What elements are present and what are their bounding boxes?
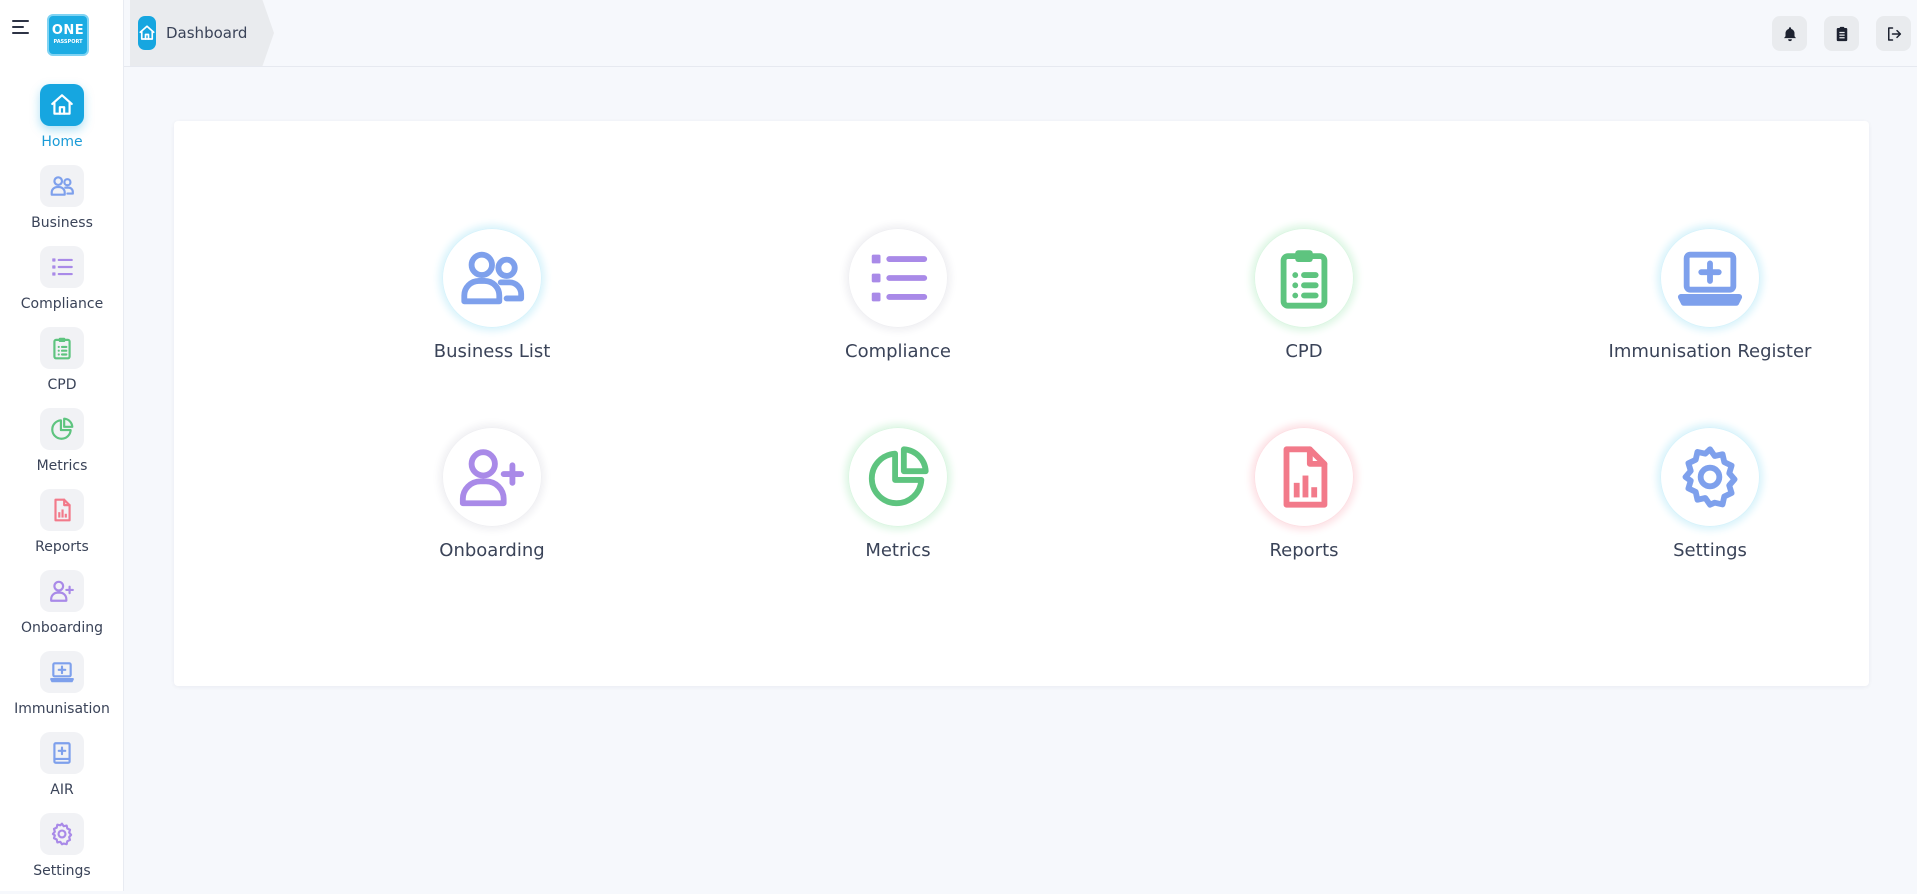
sidebar-item-label: Settings — [33, 863, 91, 879]
tile-reports[interactable]: Reports — [1174, 427, 1434, 577]
tile-label: Settings — [1673, 540, 1747, 561]
menu-toggle-button[interactable] — [12, 20, 30, 36]
breadcrumb[interactable]: Dashboard — [130, 0, 274, 66]
sidebar-item-immunisation[interactable]: Immunisation — [0, 651, 124, 732]
sidebar-item-settings[interactable]: Settings — [0, 813, 124, 894]
medical-book-icon — [40, 732, 84, 774]
sidebar-item-business[interactable]: Business — [0, 165, 124, 246]
tile-business-list[interactable]: Business List — [362, 228, 622, 378]
tile-compliance[interactable]: Compliance — [768, 228, 1028, 378]
sidebar-item-label: Immunisation — [14, 701, 110, 717]
sidebar-item-label: AIR — [50, 782, 74, 798]
header-actions — [1772, 16, 1911, 51]
tile-label: Business List — [433, 341, 551, 362]
sidebar-item-metrics[interactable]: Metrics — [0, 408, 124, 489]
sidebar-item-compliance[interactable]: Compliance — [0, 246, 124, 327]
tile-label: Metrics — [865, 540, 931, 561]
dashboard-card: Business List Compliance CPD Immunisation R… — [174, 121, 1869, 686]
user-plus-icon — [442, 427, 542, 527]
sidebar-item-label: Business — [31, 215, 93, 231]
list-icon — [40, 246, 84, 288]
sidebar-item-label: Compliance — [20, 296, 104, 312]
tile-cpd[interactable]: CPD — [1174, 228, 1434, 378]
top-header: Dashboard — [124, 0, 1917, 67]
sidebar-item-label: Onboarding — [21, 620, 103, 636]
tile-label: Immunisation Register — [1608, 341, 1812, 362]
sidebar-item-label: Home — [41, 134, 83, 150]
laptop-medical-icon — [40, 651, 84, 693]
clipboard-icon — [1833, 25, 1851, 43]
sidebar-item-cpd[interactable]: CPD — [0, 327, 124, 408]
tile-label: Reports — [1269, 540, 1339, 561]
home-icon — [40, 84, 84, 126]
report-file-icon — [40, 489, 84, 531]
tile-label: Compliance — [845, 341, 951, 362]
logout-icon — [1885, 25, 1903, 43]
sidebar-item-label: Reports — [35, 539, 89, 555]
sidebar-item-onboarding[interactable]: Onboarding — [0, 570, 124, 651]
pie-chart-icon — [848, 427, 948, 527]
tile-immunisation-register[interactable]: Immunisation Register — [1580, 228, 1840, 378]
sidebar: ONE PASSPORT Home Business Compliance CPD Me… — [0, 0, 124, 891]
report-file-icon — [1254, 427, 1354, 527]
users-icon — [40, 165, 84, 207]
one-passport-logo[interactable]: ONE PASSPORT — [47, 14, 89, 56]
sidebar-item-reports[interactable]: Reports — [0, 489, 124, 570]
sidebar-item-home[interactable]: Home — [0, 84, 124, 165]
bell-icon — [1781, 25, 1799, 43]
list-icon — [848, 228, 948, 328]
sidebar-item-air[interactable]: AIR — [0, 732, 124, 813]
sidebar-nav: Home Business Compliance CPD Metrics Reports O… — [0, 84, 124, 894]
sidebar-item-label: Metrics — [36, 458, 88, 474]
user-plus-icon — [40, 570, 84, 612]
gear-icon — [1660, 427, 1760, 527]
tile-onboarding[interactable]: Onboarding — [362, 427, 622, 577]
clipboard-icon — [40, 327, 84, 369]
home-icon — [138, 16, 156, 50]
sidebar-item-label: CPD — [47, 377, 77, 393]
tile-label: Onboarding — [439, 540, 545, 561]
notifications-button[interactable] — [1772, 16, 1807, 51]
gear-icon — [40, 813, 84, 855]
pie-chart-icon — [40, 408, 84, 450]
tile-label: CPD — [1285, 341, 1323, 362]
laptop-medical-icon — [1660, 228, 1760, 328]
clipboard-button[interactable] — [1824, 16, 1859, 51]
tile-settings[interactable]: Settings — [1580, 427, 1840, 577]
clipboard-icon — [1254, 228, 1354, 328]
logout-button[interactable] — [1876, 16, 1911, 51]
users-icon — [442, 228, 542, 328]
breadcrumb-label: Dashboard — [166, 24, 248, 42]
tile-metrics[interactable]: Metrics — [768, 427, 1028, 577]
